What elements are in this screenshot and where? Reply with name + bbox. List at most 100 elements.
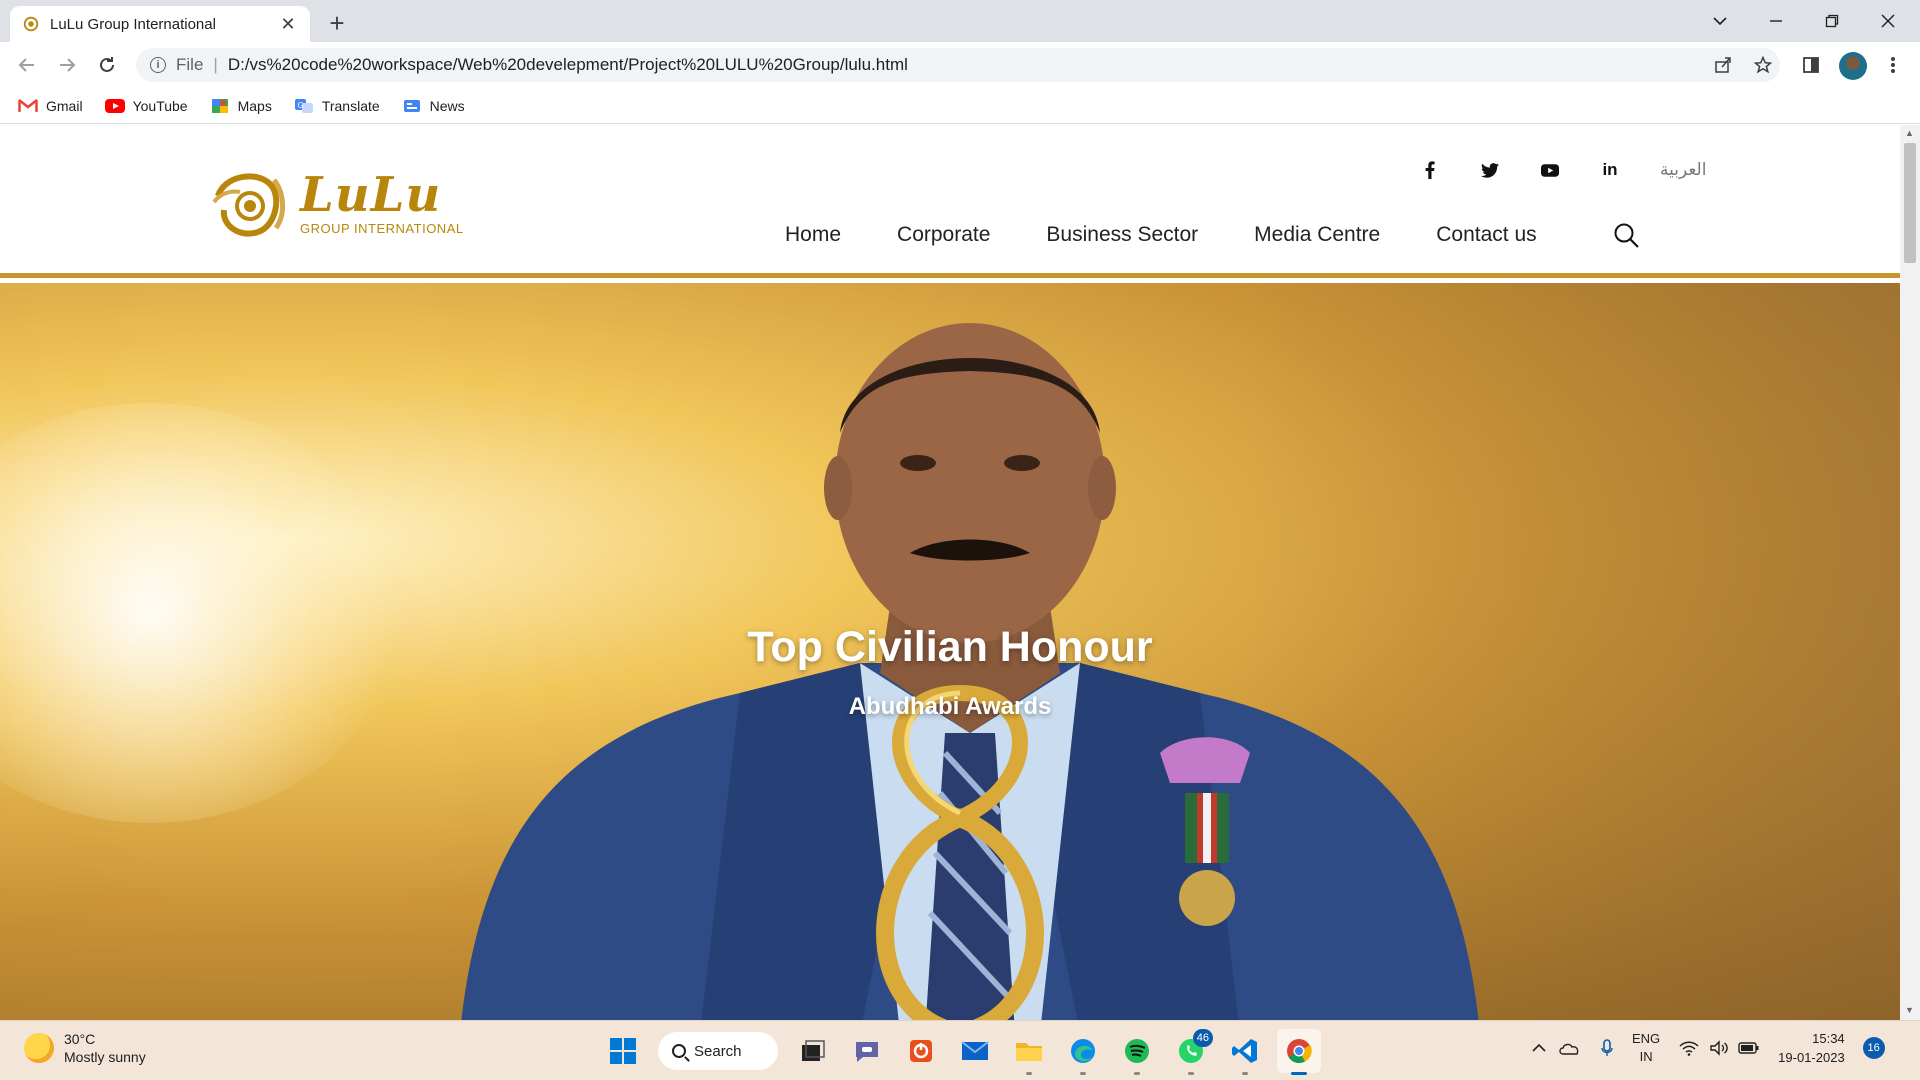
site-info-icon[interactable]: i [150, 57, 166, 73]
nav-business-sector[interactable]: Business Sector [1046, 223, 1198, 247]
chat-icon [856, 1042, 878, 1062]
bookmark-label: Translate [321, 97, 380, 114]
hero-subtitle: Abudhabi Awards [848, 693, 1052, 720]
task-view-icon [802, 1040, 825, 1061]
taskbar-search[interactable]: Search [658, 1032, 778, 1070]
whatsapp-badge: 46 [1192, 1029, 1213, 1047]
vscode-button[interactable] [1223, 1029, 1267, 1075]
office-icon [910, 1040, 932, 1062]
nav-home[interactable]: Home [785, 223, 841, 247]
minimize-icon[interactable] [1748, 4, 1804, 38]
mail-app-button[interactable] [953, 1029, 997, 1073]
back-icon[interactable] [12, 50, 42, 80]
tab-search-chevron-icon[interactable] [1692, 4, 1748, 38]
lulu-logo-emblem-icon [212, 173, 285, 237]
bookmark-youtube[interactable]: YouTube [104, 97, 188, 114]
browser-toolbar: i File | D:/vs%20code%20workspace/Web%20… [0, 42, 1920, 88]
lulu-favicon-icon [23, 16, 39, 32]
onedrive-cloud-icon[interactable] [1554, 1033, 1584, 1063]
close-tab-icon[interactable]: ✕ [278, 14, 298, 35]
language-code: ENG [1632, 1031, 1661, 1046]
search-icon[interactable] [1612, 221, 1642, 251]
teams-chat-button[interactable] [845, 1029, 889, 1073]
maps-icon [211, 98, 228, 113]
task-view-button[interactable] [791, 1029, 835, 1073]
windows-taskbar: 30°C Mostly sunny Search 46 ENG IN 15:34… [0, 1020, 1920, 1080]
bookmark-translate[interactable]: G Translate [294, 98, 380, 114]
logo-wordmark: LuLu [300, 166, 442, 223]
nav-media-centre[interactable]: Media Centre [1254, 223, 1380, 247]
chrome-button[interactable] [1277, 1029, 1321, 1075]
page-scrollbar[interactable]: ▲ ▼ [1900, 125, 1920, 1020]
address-separator: | [213, 55, 218, 74]
restore-icon[interactable] [1804, 4, 1860, 38]
bookmark-label: YouTube [132, 97, 188, 114]
show-hidden-icons-chevron-icon[interactable] [1524, 1033, 1554, 1063]
chrome-icon [1287, 1039, 1312, 1064]
language-region: IN [1639, 1049, 1653, 1064]
hero-title: Top Civilian Honour [747, 623, 1153, 671]
scroll-down-icon[interactable]: ▼ [1905, 1005, 1914, 1015]
nav-contact-us[interactable]: Contact us [1436, 223, 1536, 247]
whatsapp-button[interactable]: 46 [1169, 1029, 1213, 1075]
twitter-icon[interactable] [1460, 155, 1520, 185]
hero-banner: Top Civilian Honour Abudhabi Awards [0, 283, 1900, 1020]
bookmark-label: Gmail [46, 97, 83, 114]
bookmarks-bar: Gmail YouTube Maps G Translate News [0, 88, 1920, 124]
address-bar[interactable]: i File | D:/vs%20code%20workspace/Web%20… [136, 48, 1780, 82]
facebook-icon[interactable] [1400, 155, 1460, 185]
bookmark-maps[interactable]: Maps [210, 98, 272, 114]
youtube-icon [104, 98, 125, 113]
notification-count-badge[interactable]: 16 [1862, 1037, 1885, 1059]
microphone-icon[interactable] [1592, 1033, 1622, 1063]
site-header: LuLu GROUP INTERNATIONAL in العربية Home… [0, 125, 1900, 278]
profile-avatar[interactable] [1839, 52, 1867, 80]
language-indicator[interactable]: ENG IN [1632, 1030, 1660, 1066]
scroll-thumb[interactable] [1904, 143, 1916, 263]
battery-icon[interactable] [1734, 1033, 1764, 1063]
address-url[interactable]: D:/vs%20code%20workspace/Web%20develepme… [228, 55, 908, 75]
edge-browser-button[interactable] [1061, 1029, 1105, 1075]
new-tab-button[interactable]: + [322, 8, 352, 39]
weather-description: Mostly sunny [64, 1049, 146, 1065]
file-explorer-button[interactable] [1007, 1029, 1051, 1075]
share-icon[interactable] [1708, 50, 1738, 80]
menu-kebab-icon[interactable] [1878, 50, 1908, 80]
nav-corporate[interactable]: Corporate [897, 223, 990, 247]
taskbar-clock[interactable]: 15:34 19-01-2023 [1778, 1029, 1845, 1067]
close-window-icon[interactable] [1860, 4, 1916, 38]
gmail-icon [18, 98, 38, 112]
office-app-button[interactable] [899, 1029, 943, 1073]
vscode-icon [1232, 1039, 1257, 1063]
weather-temperature: 30°C [64, 1031, 96, 1047]
tab-title: LuLu Group International [50, 15, 216, 33]
spotify-icon [1125, 1039, 1149, 1063]
bookmark-label: News [429, 97, 465, 114]
bookmark-gmail[interactable]: Gmail [18, 98, 83, 114]
bookmark-news[interactable]: News [402, 98, 465, 114]
reload-icon[interactable] [92, 50, 122, 80]
folder-icon [1016, 1043, 1042, 1061]
start-button[interactable] [601, 1029, 645, 1073]
scroll-up-icon[interactable]: ▲ [1905, 128, 1914, 138]
browser-tab[interactable]: LuLu Group International ✕ [10, 6, 310, 42]
forward-icon[interactable] [52, 50, 82, 80]
news-icon [403, 99, 420, 112]
address-scheme: File [176, 55, 204, 74]
lulu-logo[interactable]: LuLu GROUP INTERNATIONAL [210, 163, 470, 243]
volume-icon[interactable] [1704, 1033, 1734, 1063]
youtube-icon[interactable] [1520, 155, 1580, 185]
wifi-icon[interactable] [1674, 1033, 1704, 1063]
side-panel-icon[interactable] [1796, 50, 1826, 80]
mail-icon [961, 1041, 989, 1060]
tab-strip: LuLu Group International ✕ + [0, 0, 1920, 42]
bookmark-star-icon[interactable] [1748, 50, 1778, 80]
linkedin-icon[interactable]: in [1580, 155, 1640, 185]
search-icon [672, 1044, 686, 1058]
weather-widget[interactable]: 30°C Mostly sunny [24, 1031, 146, 1065]
arabic-language-link[interactable]: العربية [1660, 160, 1706, 180]
hero-light-glow [0, 403, 400, 823]
clock-date: 19-01-2023 [1778, 1050, 1845, 1065]
spotify-button[interactable] [1115, 1029, 1159, 1075]
taskbar-search-label: Search [694, 1042, 742, 1060]
